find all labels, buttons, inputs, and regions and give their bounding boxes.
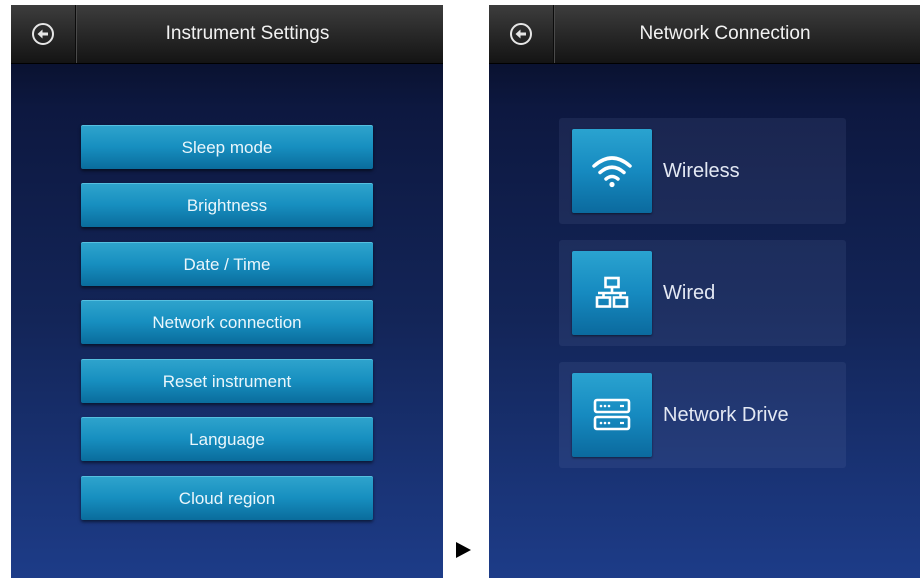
instrument-settings-screen: Instrument Settings Sleep mode Brightnes…	[11, 5, 443, 578]
right-triangle-arrow-icon	[456, 542, 471, 558]
network-drive-icon	[593, 398, 631, 431]
network-connection-screen: Network Connection Wireless Wired Networ…	[489, 5, 920, 578]
back-button[interactable]	[11, 5, 76, 63]
reset-instrument-button[interactable]: Reset instrument	[81, 359, 373, 403]
network-drive-label: Network Drive	[663, 404, 789, 426]
brightness-button[interactable]: Brightness	[81, 183, 373, 227]
network-drive-icon-tile	[572, 373, 652, 457]
wireless-icon-tile	[572, 129, 652, 213]
cloud-region-button[interactable]: Cloud region	[81, 476, 373, 520]
language-button[interactable]: Language	[81, 417, 373, 461]
page-title: Network Connection	[639, 23, 811, 44]
wireless-option[interactable]: Wireless	[559, 118, 846, 224]
wired-label: Wired	[663, 282, 716, 304]
page-title: Instrument Settings	[165, 23, 330, 44]
header-bar: Network Connection	[489, 5, 920, 64]
wired-network-icon	[595, 276, 629, 308]
back-arrow-circle-icon	[510, 23, 532, 45]
network-drive-option[interactable]: Network Drive	[559, 362, 846, 468]
header-bar: Instrument Settings	[11, 5, 443, 64]
wireless-label: Wireless	[663, 160, 740, 182]
sleep-mode-button[interactable]: Sleep mode	[81, 125, 373, 169]
date-time-button[interactable]: Date / Time	[81, 242, 373, 286]
back-button[interactable]	[489, 5, 554, 63]
back-arrow-circle-icon	[32, 23, 54, 45]
network-connection-button[interactable]: Network connection	[81, 300, 373, 344]
wifi-icon	[592, 156, 632, 188]
wired-option[interactable]: Wired	[559, 240, 846, 346]
wired-icon-tile	[572, 251, 652, 335]
